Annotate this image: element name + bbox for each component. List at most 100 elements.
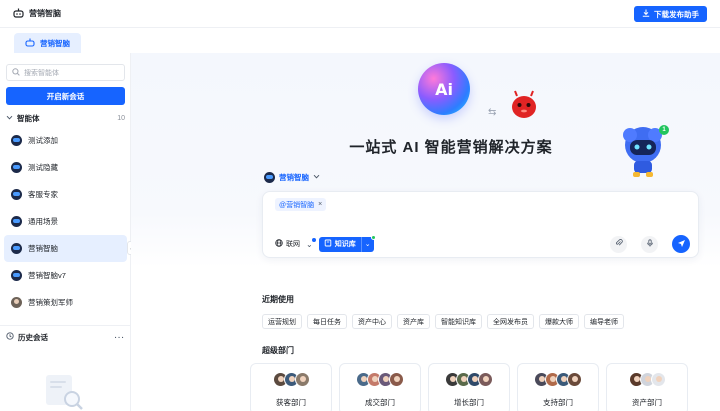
avatar [650,372,666,387]
attach-button[interactable] [610,235,627,253]
department-name: 获客部门 [276,398,306,407]
red-mascot-icon [508,90,540,120]
sidebar-divider [0,325,131,326]
top-bar: 营销智脑 下载发布助手 [0,0,720,28]
robot-logo-icon [13,8,24,20]
department-name: 增长部门 [454,398,484,407]
main-content: Ai ⇆ 一站式 AI 智能营销解决方案 1 营销智脑 @营销智脑 × 联网 ⌄… [131,53,720,411]
tab-marketing-brain[interactable]: 营销智脑 [14,33,81,53]
download-assistant-button[interactable]: 下载发布助手 [634,6,707,22]
agent-label: 客服专家 [28,190,58,199]
department-name: 支持部门 [543,398,573,407]
sidebar-item-agent[interactable]: 营销智脑v7 [4,262,127,289]
book-icon [324,239,332,249]
mention-chip: @营销智脑 × [275,198,327,211]
sidebar-item-agent[interactable]: 测试隐藏 [4,154,127,181]
departments-section-title: 超级部门 [262,346,294,355]
avatar [478,372,493,387]
web-search-toggle[interactable]: 联网 [275,239,300,249]
recent-tags: 运营规划 每日任务 资产中心 资产库 智能知识库 全网发布员 爆款大师 编导老师 [262,314,624,329]
agents-section-header[interactable]: 智能体 10 [6,112,125,124]
agent-robot-avatar-icon [11,270,22,281]
download-icon [642,9,650,19]
ai-logo: Ai [418,63,470,115]
agent-label: 营销智脑v7 [28,271,66,280]
department-card[interactable]: 增长部门 [428,363,510,411]
agent-label: 通用场景 [28,217,58,226]
agent-label: 营销策划军师 [28,298,73,307]
remove-mention-button[interactable]: × [318,201,322,208]
sidebar-item-agent[interactable]: 客服专家 [4,181,127,208]
sidebar-item-agent[interactable]: 营销策划军师 [4,289,127,316]
recent-tag[interactable]: 运营规划 [262,314,302,329]
agent-label: 测试隐藏 [28,163,58,172]
agent-robot-avatar-icon [11,216,22,227]
send-button[interactable] [672,235,690,253]
sidebar-item-agent[interactable]: 测试添加 [4,127,127,154]
agent-label: 营销智脑 [28,244,58,253]
department-card[interactable]: 资产部门 [606,363,688,411]
recent-section-title: 近期使用 [262,295,294,304]
sidebar: 搜索智能体 开启新会话 智能体 10 测试添加 测试隐藏 客服专家 通用场景 营… [0,53,131,411]
recent-tag[interactable]: 编导老师 [584,314,624,329]
recent-tag[interactable]: 智能知识库 [435,314,482,329]
agent-select-label: 营销智脑 [279,173,309,182]
agent-robot-avatar-icon [11,162,22,173]
agent-robot-avatar-icon [11,135,22,146]
search-placeholder: 搜索智能体 [24,69,59,77]
new-chat-button[interactable]: 开启新会话 [6,87,125,105]
sidebar-item-agent-active[interactable]: 营销智脑 [4,235,127,262]
composer-actions [610,235,690,253]
recent-tag[interactable]: 资产库 [397,314,430,329]
clock-icon [6,332,14,342]
agents-section-title: 智能体 [17,113,40,123]
member-avatars [251,372,331,387]
history-section-title: 历史会话 [18,332,48,342]
avatar [567,372,582,387]
history-more-button[interactable]: ··· [115,333,126,342]
avatar [389,372,404,387]
paperclip-icon [615,239,623,249]
mention-chip-label: @营销智脑 [279,201,315,209]
agents-count: 10 [117,114,125,122]
status-dot [311,237,316,242]
agent-robot-avatar-icon [264,172,275,183]
recent-tag[interactable]: 每日任务 [307,314,347,329]
member-avatars [607,372,687,387]
microphone-icon [646,239,654,249]
chevron-down-icon [6,114,13,123]
agent-list: 测试添加 测试隐藏 客服专家 通用场景 营销智脑 营销智脑v7 营销策划军师 [4,127,127,316]
recent-tag[interactable]: 资产中心 [352,314,392,329]
department-name: 成交部门 [365,398,395,407]
recent-tag[interactable]: 爆款大师 [539,314,579,329]
recent-tag[interactable]: 全网发布员 [487,314,534,329]
chevron-down-icon [313,173,320,182]
app-title: 营销智脑 [13,8,61,20]
agent-select-dropdown[interactable]: 营销智脑 [264,172,320,183]
search-icon [12,67,20,78]
department-card[interactable]: 获客部门 [250,363,332,411]
knowledge-base-label: 知识库 [334,241,356,248]
agent-robot-avatar-icon [11,243,22,254]
department-card[interactable]: 成交部门 [339,363,421,411]
voice-input-button[interactable] [641,235,658,253]
swap-arrows-icon: ⇆ [488,107,497,118]
app-title-text: 营销智脑 [29,9,61,18]
knowledge-base-toggle[interactable]: 知识库 [318,236,361,252]
member-avatars [518,372,598,387]
chevron-down-icon: ⌄ [364,241,371,248]
hero-title: 一站式 AI 智能营销解决方案 [349,139,553,156]
department-name: 资产部门 [632,398,662,407]
sidebar-item-agent[interactable]: 通用场景 [4,208,127,235]
prompt-input-box[interactable]: @营销智脑 × 联网 ⌄ 知识库 ⌄ [262,191,699,258]
member-avatars [429,372,509,387]
tab-bar: 营销智脑 [0,28,720,53]
ai-logo-text: Ai [435,79,453,99]
agent-search-input[interactable]: 搜索智能体 [6,64,125,81]
knowledge-base-button[interactable]: 知识库 ⌄ [318,234,376,252]
department-card[interactable]: 支持部门 [517,363,599,411]
web-search-dropdown[interactable]: ⌄ [306,237,316,249]
avatar [294,372,310,387]
composer-toolbar: 联网 ⌄ 知识库 ⌄ [275,234,690,253]
robot-icon [25,38,35,49]
